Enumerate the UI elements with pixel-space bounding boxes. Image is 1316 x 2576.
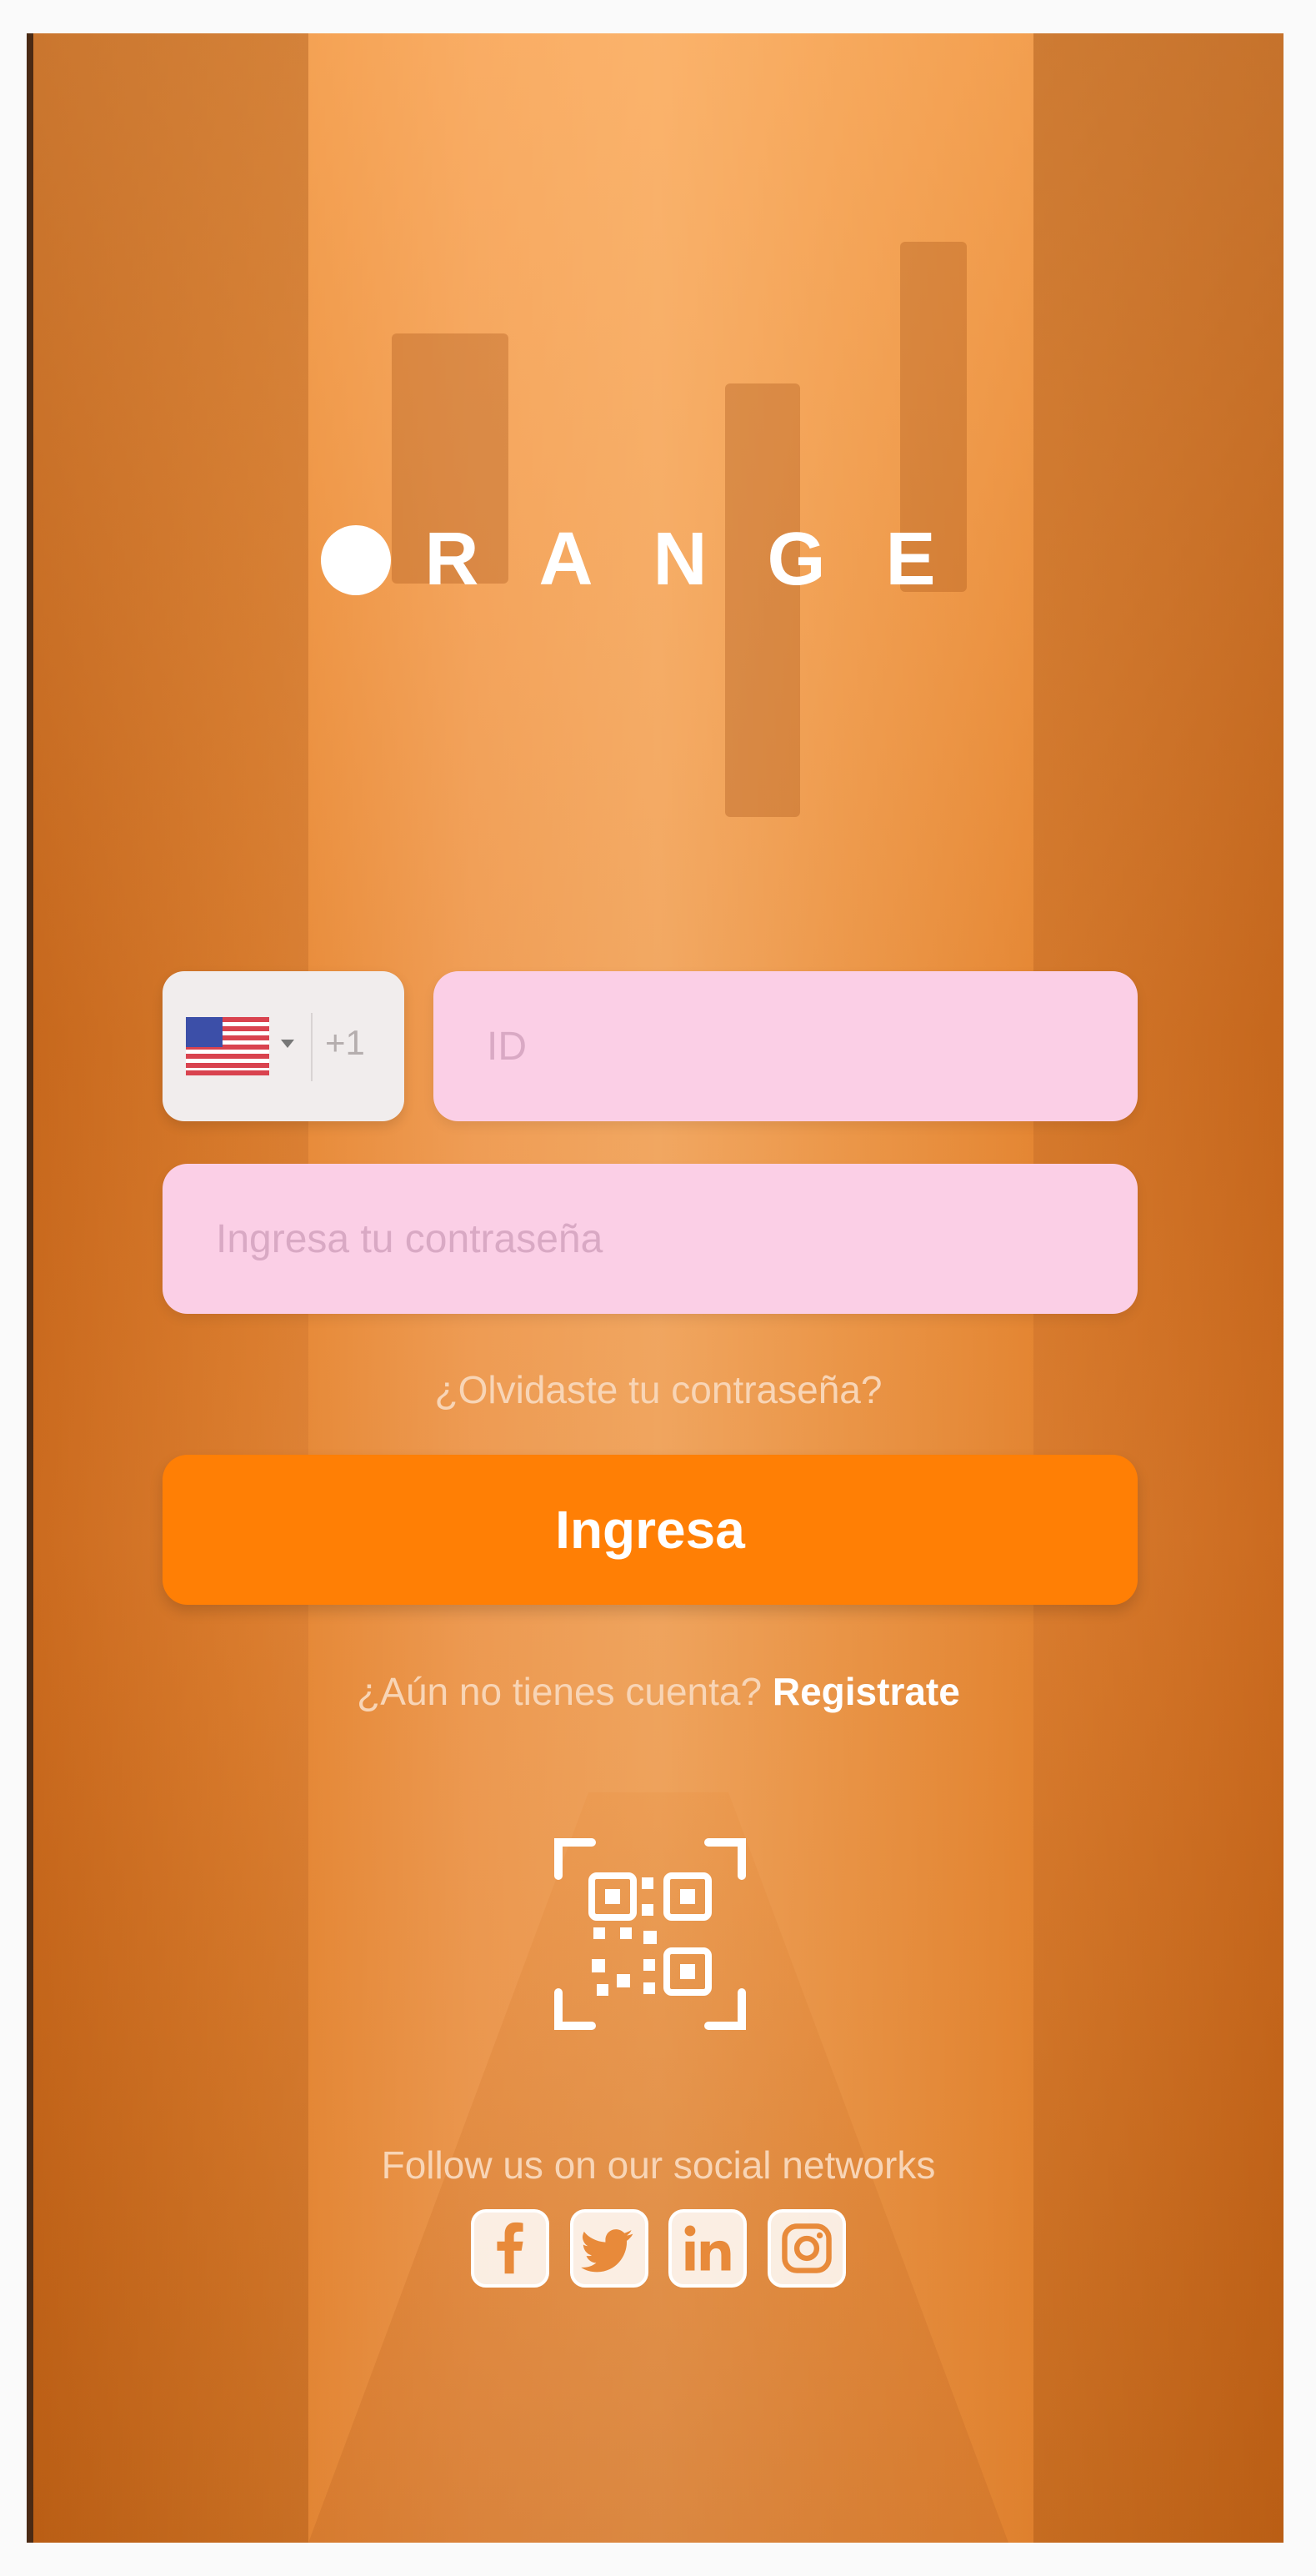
social-title: Follow us on our social networks (381, 2143, 936, 2187)
twitter-icon[interactable] (569, 2209, 648, 2288)
register-link[interactable]: Registrate (773, 1670, 960, 1713)
linkedin-icon[interactable] (668, 2209, 748, 2288)
us-flag-icon (186, 1017, 269, 1075)
country-code-selector[interactable]: +1 (163, 971, 404, 1121)
facebook-icon[interactable] (471, 2209, 550, 2288)
qr-scan-icon[interactable] (550, 1834, 750, 2034)
password-input[interactable] (163, 1164, 1138, 1314)
logo-dot-icon (321, 524, 392, 595)
country-code: +1 (325, 1023, 365, 1062)
forgot-password-link[interactable]: ¿Olvidaste tu contraseña? (33, 1367, 1283, 1412)
divider (311, 1013, 313, 1081)
signup-prompt: ¿Aún no tienes cuenta? Registrate (33, 1669, 1283, 1714)
login-screen: RANGE +1 ¿Olvidaste tu contraseña? Ingre… (33, 33, 1283, 2543)
login-button[interactable]: Ingresa (163, 1455, 1138, 1605)
chevron-down-icon (281, 1040, 294, 1048)
brand-logo: RANGE (33, 517, 1283, 603)
instagram-icon[interactable] (767, 2209, 846, 2288)
id-input[interactable] (433, 971, 1138, 1121)
signup-prompt-text: ¿Aún no tienes cuenta? (357, 1670, 763, 1713)
logo-text: RANGE (424, 518, 996, 601)
social-links (33, 2209, 1283, 2288)
